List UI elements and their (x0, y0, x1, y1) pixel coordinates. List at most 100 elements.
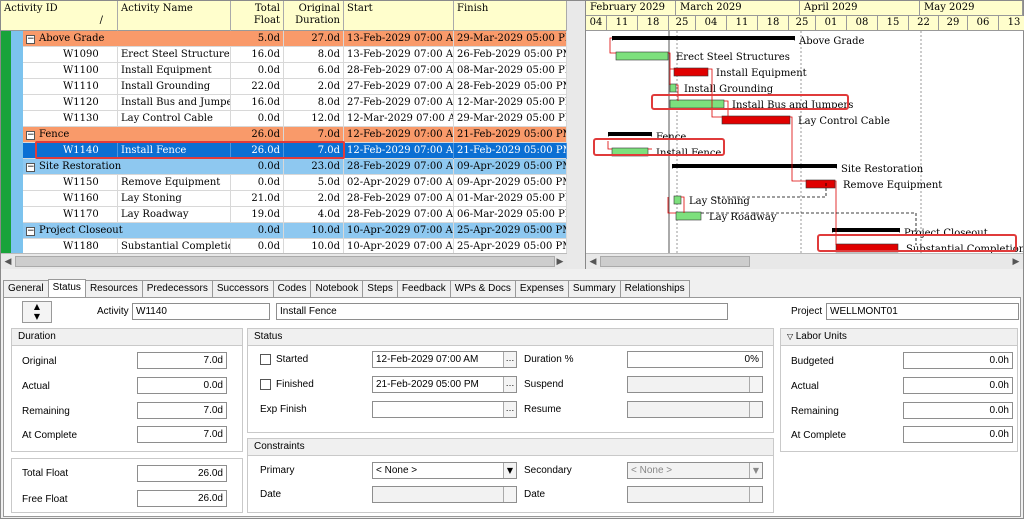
tab-status[interactable]: Status (47, 279, 86, 298)
date-picker-icon[interactable] (749, 487, 762, 502)
tab-steps[interactable]: Steps (362, 280, 398, 298)
table-row[interactable]: W1170 Lay Roadway 19.0d 4.0d 28-Feb-2029 07:… (1, 207, 567, 223)
tab-resources[interactable]: Resources (84, 280, 143, 298)
column-header-start[interactable]: Start (344, 1, 454, 31)
table-row[interactable]: W1160 Lay Stoning 21.0d 2.0d 28-Feb-2029 07:… (1, 191, 567, 207)
free-float-field[interactable]: 26.0d (137, 490, 227, 507)
scroll-right-icon[interactable]: ▶ (1009, 254, 1023, 270)
table-horizontal-scrollbar[interactable]: ◀ ▶ (1, 253, 567, 269)
tab-wps-docs[interactable]: WPs & Docs (449, 280, 516, 298)
bar-label[interactable]: Fence (656, 132, 686, 143)
duration-percent-field[interactable]: 0% (627, 351, 763, 368)
suspend-field[interactable] (627, 376, 763, 393)
date-picker-icon[interactable] (503, 487, 516, 502)
original-duration-field[interactable]: 7.0d (137, 352, 227, 369)
labor-units-header[interactable]: ▽ Labor Units (781, 329, 1017, 346)
tab-notebook[interactable]: Notebook (310, 280, 364, 298)
budgeted-units-field[interactable]: 0.0h (903, 352, 1013, 369)
bar-label[interactable]: Lay Roadway (709, 212, 777, 223)
secondary-date-field[interactable] (627, 486, 763, 503)
column-header-activity-id[interactable]: Activity ID / (1, 1, 118, 31)
actual-duration-field[interactable]: 0.0d (137, 377, 227, 394)
chevron-down-icon[interactable]: ▼ (749, 463, 762, 478)
remaining-units-field[interactable]: 0.0h (903, 402, 1013, 419)
tab-codes[interactable]: Codes (272, 280, 312, 298)
collapse-toggle-icon[interactable]: − (26, 35, 35, 44)
column-header-total-float[interactable]: Total Float (231, 1, 284, 31)
activity-bar[interactable] (669, 99, 725, 109)
splitter[interactable] (567, 1, 586, 269)
table-row[interactable]: W1100 Install Equipment 0.0d 6.0d 28-Feb-202… (1, 63, 567, 79)
finished-checkbox[interactable] (260, 379, 271, 390)
arrow-up-icon[interactable]: ▲ (23, 302, 51, 312)
started-date-field[interactable]: 12-Feb-2029 07:00 AM… (372, 351, 517, 368)
date-picker-icon[interactable]: … (503, 402, 516, 417)
activity-name-field[interactable]: Install Fence (276, 303, 728, 320)
column-header-activity-name[interactable]: Activity Name (118, 1, 231, 31)
secondary-constraint-select[interactable]: < None > ▼ (627, 462, 763, 479)
gantt-horizontal-scrollbar[interactable]: ◀ ▶ (586, 253, 1023, 269)
actual-units-field[interactable]: 0.0h (903, 377, 1013, 394)
scroll-thumb[interactable] (600, 256, 750, 267)
bar-label[interactable]: Erect Steel Structures (676, 52, 790, 63)
bar-label[interactable]: Site Restoration (841, 164, 924, 175)
activity-bar[interactable] (673, 195, 682, 205)
bar-label[interactable]: Install Fence (656, 148, 721, 159)
chevron-down-icon[interactable]: ▼ (503, 463, 516, 478)
collapse-chevron-icon[interactable]: ▽ (787, 332, 796, 341)
summary-bar[interactable] (672, 164, 837, 168)
wbs-row[interactable]: − Project Closeout 0.0d 10.0d 10-Apr-2029 07… (1, 223, 567, 239)
collapse-toggle-icon[interactable]: − (26, 163, 35, 172)
bar-label[interactable]: Remove Equipment (843, 180, 942, 191)
exp-finish-field[interactable]: … (372, 401, 517, 418)
started-checkbox[interactable] (260, 354, 271, 365)
activity-bar[interactable] (675, 211, 702, 221)
summary-bar[interactable] (832, 228, 900, 232)
primary-date-field[interactable] (372, 486, 517, 503)
tab-feedback[interactable]: Feedback (396, 280, 451, 298)
summary-bar[interactable] (608, 132, 652, 136)
tab-successors[interactable]: Successors (211, 280, 274, 298)
table-row[interactable]: W1090 Erect Steel Structures 16.0d 8.0d 13-F… (1, 47, 567, 63)
scroll-thumb[interactable] (15, 256, 555, 267)
bar-label[interactable]: Lay Control Cable (798, 116, 890, 127)
date-picker-icon[interactable]: … (503, 377, 516, 392)
arrow-down-icon[interactable]: ▼ (23, 312, 51, 322)
primary-constraint-select[interactable]: < None > ▼ (372, 462, 517, 479)
column-header-original-duration[interactable]: Original Duration (284, 1, 344, 31)
table-row[interactable]: W1110 Install Grounding 22.0d 2.0d 27-Feb-20… (1, 79, 567, 95)
at-complete-duration-field[interactable]: 7.0d (137, 426, 227, 443)
collapse-toggle-icon[interactable]: − (26, 227, 35, 236)
date-picker-icon[interactable] (749, 377, 762, 392)
column-header-finish[interactable]: Finish (454, 1, 567, 31)
tab-general[interactable]: General (3, 280, 49, 298)
critical-activity-bar[interactable] (805, 179, 836, 189)
collapse-toggle-icon[interactable]: − (26, 131, 35, 140)
project-id-field[interactable]: WELLMONT01 (826, 303, 1019, 320)
finished-date-field[interactable]: 21-Feb-2029 05:00 PM… (372, 376, 517, 393)
table-row[interactable]: W1150 Remove Equipment 0.0d 5.0d 02-Apr-2029… (1, 175, 567, 191)
scroll-right-icon[interactable]: ▶ (553, 254, 567, 270)
summary-bar[interactable] (612, 36, 795, 40)
bar-label[interactable]: Install Grounding (684, 84, 774, 95)
total-float-field[interactable]: 26.0d (137, 465, 227, 482)
resume-field[interactable] (627, 401, 763, 418)
table-row[interactable]: W1120 Install Bus and Jumpers 16.0d 8.0d 27-… (1, 95, 567, 111)
activity-bar[interactable] (669, 83, 677, 93)
bar-label[interactable]: Install Equipment (716, 68, 807, 79)
date-picker-icon[interactable]: … (503, 352, 516, 367)
activity-bar[interactable] (615, 51, 669, 61)
table-row[interactable]: W1130 Lay Control Cable 0.0d 12.0d 12-Mar-20… (1, 111, 567, 127)
date-picker-icon[interactable] (749, 402, 762, 417)
activity-id-field[interactable]: W1140 (132, 303, 270, 320)
bar-label[interactable]: Project Closeout (904, 228, 988, 239)
critical-activity-bar[interactable] (673, 67, 709, 77)
scroll-left-icon[interactable]: ◀ (586, 254, 600, 270)
bar-label[interactable]: Above Grade (798, 36, 865, 47)
tab-relationships[interactable]: Relationships (619, 280, 690, 298)
at-complete-units-field[interactable]: 0.0h (903, 426, 1013, 443)
tab-summary[interactable]: Summary (567, 280, 621, 298)
scroll-left-icon[interactable]: ◀ (1, 254, 15, 270)
tab-predecessors[interactable]: Predecessors (141, 280, 213, 298)
remaining-duration-field[interactable]: 7.0d (137, 402, 227, 419)
